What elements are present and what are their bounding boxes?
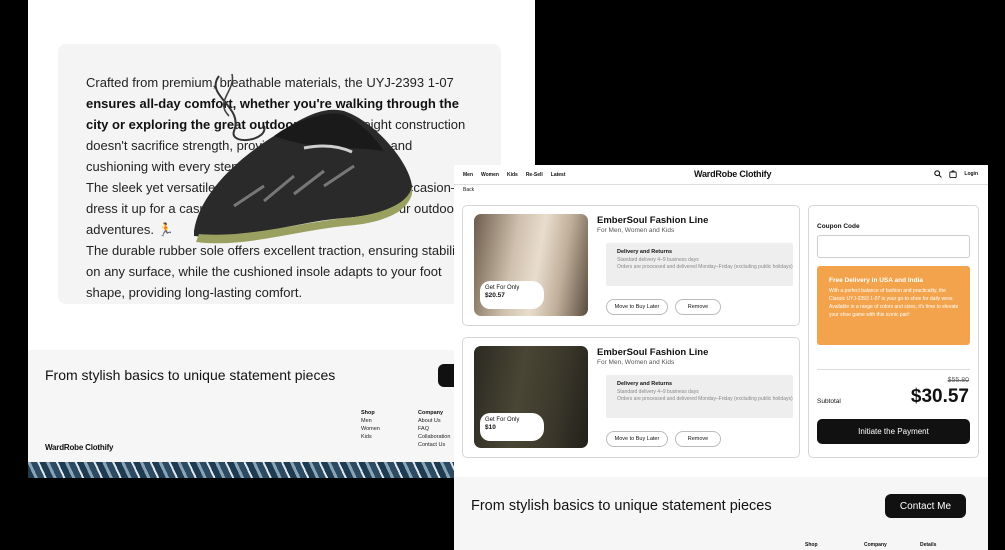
cart-item: Get For Only $10 EmberSoul Fashion Line … xyxy=(462,337,800,458)
subtotal-label: Subtotal xyxy=(817,398,841,405)
delivery-line: Orders are processed and delivered Monda… xyxy=(617,264,793,270)
nav-link-men[interactable]: Men xyxy=(463,172,473,178)
site-logo[interactable]: WardRobe Clothify xyxy=(694,169,771,179)
price-value: $20.57 xyxy=(485,292,505,299)
back-footer-tagline: From stylish basics to unique statement … xyxy=(45,367,336,383)
cart-icon[interactable] xyxy=(949,170,958,178)
item-subtitle: For Men, Women and Kids xyxy=(597,227,675,234)
price-value: $10 xyxy=(485,424,496,431)
contact-me-button[interactable]: Contact Me xyxy=(885,494,966,518)
order-summary: Coupon Code Free Delivery in USA and Ind… xyxy=(808,205,979,458)
delivery-line: Standard delivery 4–9 business days xyxy=(617,257,699,263)
back-shop-link[interactable]: Kids xyxy=(361,433,380,441)
delivery-title: Delivery and Returns xyxy=(617,249,673,255)
back-link[interactable]: Back xyxy=(463,187,474,193)
back-company-link[interactable]: Contact Us xyxy=(418,441,450,449)
cart-page-window: Men Women Kids Re-Sell Latest WardRobe C… xyxy=(454,165,988,550)
item-subtitle: For Men, Women and Kids xyxy=(597,359,675,366)
nav-links: Men Women Kids Re-Sell Latest xyxy=(463,172,566,178)
delivery-info: Delivery and Returns Standard delivery 4… xyxy=(606,243,793,286)
screen: Crafted from premium, breathable materia… xyxy=(0,0,1005,550)
original-price: $55.80 xyxy=(947,377,969,384)
back-company-link[interactable]: About Us xyxy=(418,417,450,425)
login-link[interactable]: Login xyxy=(964,171,978,177)
top-nav: Men Women Kids Re-Sell Latest WardRobe C… xyxy=(454,165,988,185)
back-footer-shop: Shop Men Women Kids xyxy=(361,409,380,441)
footer-column-company: Company xyxy=(864,542,887,548)
nav-link-resell[interactable]: Re-Sell xyxy=(526,172,543,178)
coupon-input[interactable] xyxy=(817,235,970,258)
nav-link-women[interactable]: Women xyxy=(481,172,499,178)
footer-column-details: Details xyxy=(920,542,937,548)
initiate-payment-button[interactable]: Initiate the Payment xyxy=(817,419,970,444)
price-tag: Get For Only $10 xyxy=(480,413,544,441)
item-title: EmberSoul Fashion Line xyxy=(597,215,709,226)
nav-actions: Login xyxy=(934,170,978,178)
delivery-line: Orders are processed and delivered Monda… xyxy=(617,396,793,402)
promo-body: With a perfect balance of fashion and pr… xyxy=(829,288,959,318)
delivery-line: Standard delivery 4–9 business days xyxy=(617,389,699,395)
promo-title: Free Delivery in USA and India xyxy=(829,277,924,284)
sneaker-image xyxy=(194,73,413,244)
remove-button[interactable]: Remove xyxy=(675,431,721,447)
price-label: Get For Only xyxy=(485,417,520,423)
back-shop-link[interactable]: Men xyxy=(361,417,380,425)
product-image: Get For Only $10 xyxy=(474,346,588,448)
delivery-title: Delivery and Returns xyxy=(617,381,673,387)
coupon-label: Coupon Code xyxy=(817,223,860,230)
back-company-title: Company xyxy=(418,410,444,416)
product-image: Get For Only $20.57 xyxy=(474,214,588,316)
back-company-link[interactable]: FAQ xyxy=(418,425,450,433)
item-title: EmberSoul Fashion Line xyxy=(597,347,709,358)
price-label: Get For Only xyxy=(485,285,520,291)
price-tag: Get For Only $20.57 xyxy=(480,281,544,309)
nav-link-kids[interactable]: Kids xyxy=(507,172,518,178)
summary-divider xyxy=(817,369,970,370)
free-delivery-promo: Free Delivery in USA and India With a pe… xyxy=(817,266,970,345)
subtotal-value: $30.57 xyxy=(910,386,969,407)
footer-tagline: From stylish basics to unique statement … xyxy=(471,498,772,514)
back-company-link[interactable]: Collaboration xyxy=(418,433,450,441)
back-shop-link[interactable]: Women xyxy=(361,425,380,433)
footer-column-shop: Shop xyxy=(805,542,818,548)
remove-button[interactable]: Remove xyxy=(675,299,721,315)
search-icon[interactable] xyxy=(934,170,943,178)
nav-link-latest[interactable]: Latest xyxy=(551,172,566,178)
delivery-info: Delivery and Returns Standard delivery 4… xyxy=(606,375,793,418)
cart-item: Get For Only $20.57 EmberSoul Fashion Li… xyxy=(462,205,800,326)
move-to-buy-later-button[interactable]: Move to Buy Later xyxy=(606,299,668,315)
back-footer-logo[interactable]: WardRobe Clothify xyxy=(45,443,114,452)
back-shop-title: Shop xyxy=(361,410,375,416)
back-footer-company: Company About Us FAQ Collaboration Conta… xyxy=(418,409,450,449)
move-to-buy-later-button[interactable]: Move to Buy Later xyxy=(606,431,668,447)
